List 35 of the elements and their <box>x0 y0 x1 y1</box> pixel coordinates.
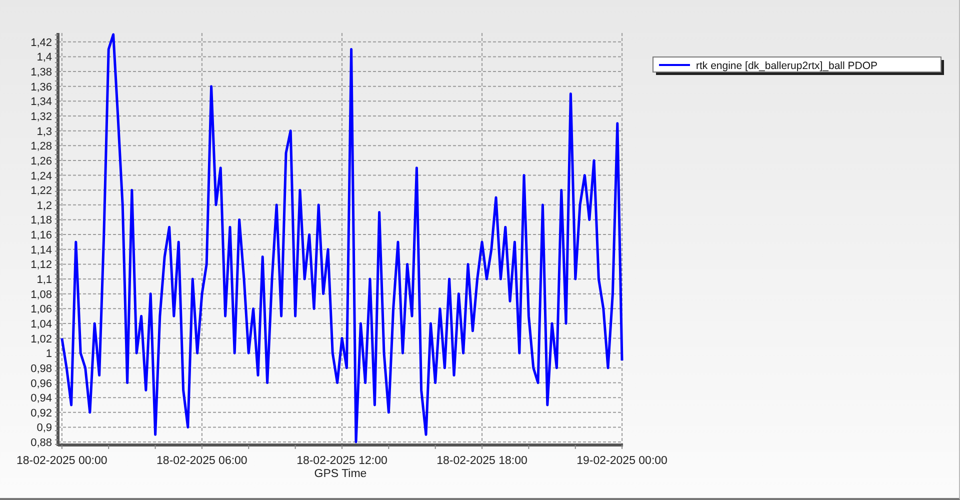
y-tick-label: 1 <box>46 348 52 360</box>
y-tick-label: 1,32 <box>30 111 52 123</box>
y-tick-label: 1,08 <box>30 288 52 301</box>
y-tick-label: 1,42 <box>30 36 52 49</box>
y-tick-label: 1,36 <box>30 81 52 94</box>
x-tick-label: 19-02-2025 00:00 <box>576 455 668 467</box>
x-axis-title: GPS Time <box>314 468 367 480</box>
y-tick-label: 1,34 <box>30 96 52 108</box>
y-tick-label: 1,1 <box>36 274 52 286</box>
y-tick-label: 1,22 <box>30 185 52 198</box>
x-tick-label: 18-02-2025 18:00 <box>436 455 528 467</box>
x-tick-label: 18-02-2025 00:00 <box>16 455 108 467</box>
y-tick-label: 1,18 <box>30 214 52 227</box>
x-tick-label: 18-02-2025 12:00 <box>296 455 388 467</box>
y-tick-label: 1,38 <box>30 66 52 79</box>
legend-label: rtk engine [dk_ballerup2rtx]_ball PDOP <box>696 60 878 72</box>
y-tick-label: 1,24 <box>30 170 52 182</box>
y-tick-label: 0,9 <box>36 422 52 434</box>
y-tick-label: 1,4 <box>36 52 52 64</box>
y-tick-label: 1,02 <box>30 333 52 346</box>
y-tick-label: 1,28 <box>30 140 52 153</box>
y-tick-label: 1,16 <box>30 230 52 242</box>
x-tick-label: 18-02-2025 06:00 <box>156 455 248 467</box>
y-tick-label: 1,14 <box>30 244 52 256</box>
y-tick-label: 1,2 <box>36 200 52 212</box>
y-tick-label: 0,88 <box>30 437 52 450</box>
y-tick-label: 0,96 <box>30 378 52 390</box>
y-tick-label: 0,94 <box>30 392 52 405</box>
y-tick-label: 0,92 <box>30 407 52 420</box>
y-tick-label: 1,06 <box>30 304 52 316</box>
y-tick-label: 1,04 <box>30 318 52 330</box>
y-tick-label: 1,3 <box>36 126 52 138</box>
y-tick-label: 1,12 <box>30 259 52 272</box>
y-tick-label: 0,98 <box>30 362 52 375</box>
y-tick-label: 1,26 <box>30 155 52 168</box>
